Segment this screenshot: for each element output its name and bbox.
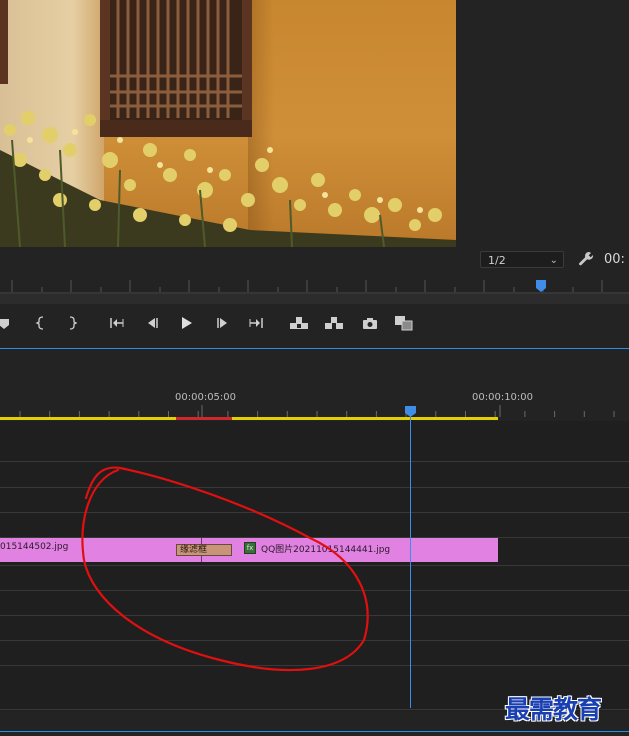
resolution-value: 1/2 bbox=[488, 254, 506, 267]
timeline-ruler[interactable] bbox=[0, 385, 629, 421]
step-back-button[interactable] bbox=[141, 311, 163, 335]
track-separator bbox=[0, 665, 629, 666]
comparison-icon bbox=[395, 316, 413, 331]
playhead-line bbox=[410, 412, 411, 708]
clip-right-name: QQ图片20211015144441.jpg bbox=[261, 545, 391, 555]
track-separator bbox=[0, 565, 629, 566]
track-separator bbox=[0, 615, 629, 616]
add-marker-button[interactable] bbox=[0, 311, 16, 335]
chevron-down-icon: ⌄ bbox=[549, 255, 558, 266]
monitor-zoom-bar[interactable] bbox=[0, 294, 629, 304]
track-separator bbox=[0, 487, 629, 488]
step-forward-button[interactable] bbox=[212, 311, 234, 335]
wrench-icon[interactable] bbox=[577, 250, 595, 268]
go-to-out-icon bbox=[249, 318, 263, 328]
play-button[interactable] bbox=[175, 311, 197, 335]
camera-icon bbox=[363, 318, 377, 329]
extract-icon bbox=[325, 317, 343, 329]
panel-divider bbox=[0, 348, 629, 349]
work-area-bar bbox=[0, 417, 498, 420]
go-to-out-button[interactable] bbox=[245, 311, 267, 335]
marker-icon bbox=[0, 319, 9, 329]
lift-button[interactable] bbox=[288, 311, 310, 335]
lift-icon bbox=[290, 317, 308, 329]
clip-left-name: 015144502.jpg bbox=[0, 542, 69, 552]
mark-in-icon bbox=[35, 316, 44, 330]
monitor-mini-ruler[interactable] bbox=[0, 272, 629, 294]
panel-bottom-border bbox=[0, 731, 629, 732]
track-separator bbox=[0, 640, 629, 641]
step-back-icon bbox=[148, 318, 158, 328]
transport-bar bbox=[0, 311, 629, 337]
track-separator bbox=[0, 461, 629, 462]
mark-in-button[interactable] bbox=[30, 311, 52, 335]
export-frame-button[interactable] bbox=[359, 311, 381, 335]
extract-button[interactable] bbox=[323, 311, 345, 335]
watermark-logo: 最需教育 bbox=[505, 695, 602, 724]
play-icon bbox=[182, 317, 192, 329]
track-area bbox=[0, 421, 629, 711]
mark-out-icon bbox=[69, 316, 78, 330]
transition-effect[interactable]: 缘滤框 bbox=[176, 544, 232, 556]
step-forward-icon bbox=[217, 318, 227, 328]
resolution-select[interactable]: 1/2 ⌄ bbox=[480, 251, 564, 268]
monitor-playhead-handle bbox=[536, 280, 546, 292]
fx-badge-icon[interactable]: fx bbox=[244, 542, 256, 554]
track-separator bbox=[0, 590, 629, 591]
render-bar bbox=[176, 417, 232, 420]
go-to-in-button[interactable] bbox=[106, 311, 128, 335]
track-separator bbox=[0, 512, 629, 513]
playhead-handle[interactable] bbox=[405, 406, 416, 417]
mark-out-button[interactable] bbox=[61, 311, 83, 335]
monitor-timecode: 00: bbox=[604, 252, 625, 267]
monitor-scene bbox=[0, 0, 456, 247]
go-to-in-icon bbox=[110, 318, 124, 328]
program-monitor-frame bbox=[0, 0, 456, 247]
comparison-view-button[interactable] bbox=[393, 311, 415, 335]
